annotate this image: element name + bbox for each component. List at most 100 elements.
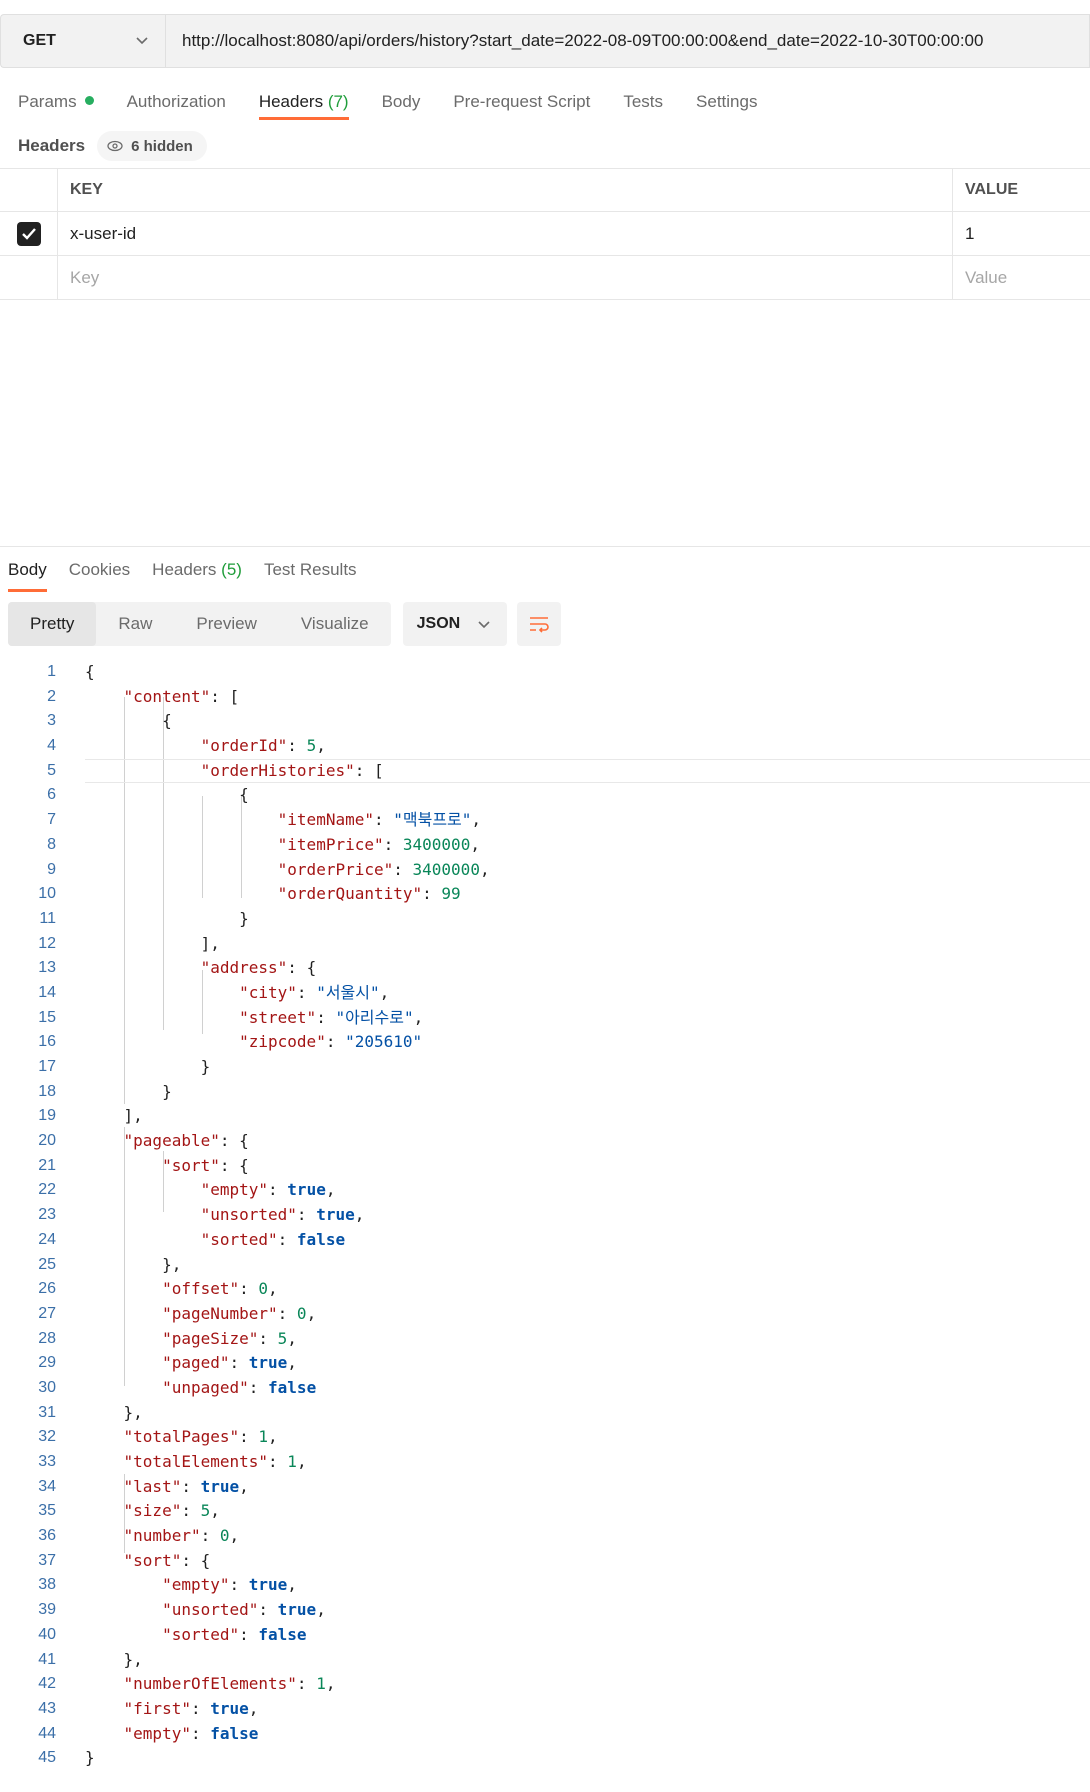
code-line: 40 "sorted": false xyxy=(0,1623,1090,1648)
code-line: 44 "empty": false xyxy=(0,1722,1090,1747)
request-tabs: Params Authorization Headers (7) Body Pr… xyxy=(0,88,790,124)
headers-toolbar: Headers 6 hidden xyxy=(18,130,207,162)
code-line: 43 "first": true, xyxy=(0,1697,1090,1722)
line-number: 25 xyxy=(38,1255,56,1273)
line-number: 15 xyxy=(38,1008,56,1026)
code-line: 34 "last": true, xyxy=(0,1475,1090,1500)
new-value-field[interactable]: Value xyxy=(953,256,1090,299)
tab-label: Authorization xyxy=(126,92,226,111)
code-text: }, xyxy=(85,1254,182,1274)
code-line: 21 "sort": { xyxy=(0,1154,1090,1179)
line-number: 23 xyxy=(38,1206,56,1224)
code-text: "unsorted": true, xyxy=(200,1205,365,1225)
code-line: 3 { xyxy=(0,709,1090,734)
code-text: "pageable": { xyxy=(123,1131,249,1151)
response-tab-headers[interactable]: Headers (5) xyxy=(152,556,242,590)
view-preview-button[interactable]: Preview xyxy=(174,602,278,646)
code-line: 27 "pageNumber": 0, xyxy=(0,1302,1090,1327)
code-text: "unpaged": false xyxy=(162,1377,317,1397)
code-line: 38 "empty": true, xyxy=(0,1573,1090,1598)
code-line: 24 "sorted": false xyxy=(0,1228,1090,1253)
hidden-headers-label: 6 hidden xyxy=(131,137,193,155)
tab-body[interactable]: Body xyxy=(382,88,421,124)
tab-label: Headers xyxy=(152,560,217,579)
line-number: 10 xyxy=(38,885,56,903)
response-tab-cookies[interactable]: Cookies xyxy=(69,556,130,590)
code-line: 17 } xyxy=(0,1055,1090,1080)
header-value-field[interactable]: 1 xyxy=(953,212,1090,255)
line-number: 36 xyxy=(38,1527,56,1545)
code-line: 11 } xyxy=(0,907,1090,932)
line-number: 35 xyxy=(38,1502,56,1520)
code-text: "itemName": "맥북프로", xyxy=(277,810,482,830)
response-tab-body[interactable]: Body xyxy=(8,556,47,592)
tab-label: Tests xyxy=(623,92,664,111)
tab-params[interactable]: Params xyxy=(18,88,94,124)
code-text: "numberOfElements": 1, xyxy=(123,1674,336,1694)
line-number: 31 xyxy=(38,1403,56,1421)
tab-pre-request-script[interactable]: Pre-request Script xyxy=(453,88,590,124)
header-enabled-checkbox[interactable] xyxy=(16,221,41,246)
response-divider xyxy=(0,546,1090,547)
code-line: 1{ xyxy=(0,660,1090,685)
table-row: x-user-id 1 xyxy=(0,212,1090,256)
line-number: 8 xyxy=(47,835,56,853)
line-number: 3 xyxy=(47,712,56,730)
response-tab-test-results[interactable]: Test Results xyxy=(264,556,357,590)
code-text: "zipcode": "205610" xyxy=(239,1032,423,1052)
code-line: 30 "unpaged": false xyxy=(0,1376,1090,1401)
row-check-cell xyxy=(0,212,58,255)
code-line: 5 "orderHistories": [ xyxy=(0,758,1090,784)
line-number: 6 xyxy=(47,786,56,804)
code-text: ], xyxy=(85,933,220,953)
new-key-field[interactable]: Key xyxy=(58,256,953,299)
line-number: 4 xyxy=(47,737,56,755)
line-number: 24 xyxy=(38,1230,56,1248)
code-text: } xyxy=(85,1057,211,1076)
header-key-field[interactable]: x-user-id xyxy=(58,212,953,255)
code-line: 32 "totalPages": 1, xyxy=(0,1425,1090,1450)
code-line: 33 "totalElements": 1, xyxy=(0,1450,1090,1475)
code-text: ], xyxy=(85,1106,143,1126)
code-text: "pageSize": 5, xyxy=(162,1328,297,1348)
format-select[interactable]: JSON xyxy=(402,602,507,646)
view-raw-button[interactable]: Raw xyxy=(96,602,174,646)
view-visualize-button[interactable]: Visualize xyxy=(279,602,391,646)
code-line: 19 ], xyxy=(0,1104,1090,1129)
tab-label: Pre-request Script xyxy=(453,92,591,111)
code-line: 9 "orderPrice": 3400000, xyxy=(0,858,1090,883)
tab-label: Body xyxy=(8,560,47,579)
code-line: 20 "pageable": { xyxy=(0,1129,1090,1154)
format-label: JSON xyxy=(416,615,461,632)
code-text: "pageNumber": 0, xyxy=(162,1303,317,1323)
line-number: 1 xyxy=(47,663,56,680)
eye-icon xyxy=(107,140,123,152)
url-input[interactable]: http://localhost:8080/api/orders/history… xyxy=(165,14,1090,68)
line-number: 11 xyxy=(39,909,56,927)
tab-settings[interactable]: Settings xyxy=(696,88,757,124)
tab-authorization[interactable]: Authorization xyxy=(127,88,226,124)
code-text: "totalElements": 1, xyxy=(123,1452,307,1471)
code-line: 28 "pageSize": 5, xyxy=(0,1327,1090,1352)
code-text: "empty": true, xyxy=(200,1180,336,1200)
hidden-headers-toggle[interactable]: 6 hidden xyxy=(97,131,207,161)
headers-title: Headers xyxy=(18,136,86,155)
tab-tests[interactable]: Tests xyxy=(623,88,663,124)
code-text: "empty": true, xyxy=(162,1575,297,1595)
response-tabs: Body Cookies Headers (5) Test Results xyxy=(0,556,379,592)
wrap-lines-button[interactable] xyxy=(516,602,561,646)
code-line: 22 "empty": true, xyxy=(0,1178,1090,1203)
line-number: 44 xyxy=(38,1724,56,1742)
code-text: "address": { xyxy=(200,958,317,978)
response-body-code[interactable]: 1{2 "content": [3 {4 "orderId": 5, 5 "ord… xyxy=(0,660,1090,1771)
method-select[interactable]: GET xyxy=(0,14,165,68)
code-text: "sort": { xyxy=(123,1550,211,1570)
code-line: 14 "city": "서울시", xyxy=(0,981,1090,1006)
code-line: 10 "orderQuantity": 99 xyxy=(0,882,1090,907)
view-pretty-button[interactable]: Pretty xyxy=(8,602,97,646)
code-text: "sorted": false xyxy=(200,1229,346,1249)
tab-headers[interactable]: Headers (7) xyxy=(258,88,349,124)
code-text: } xyxy=(85,1748,95,1768)
code-line: 41 }, xyxy=(0,1648,1090,1673)
code-text: "orderHistories": [ xyxy=(200,760,384,780)
